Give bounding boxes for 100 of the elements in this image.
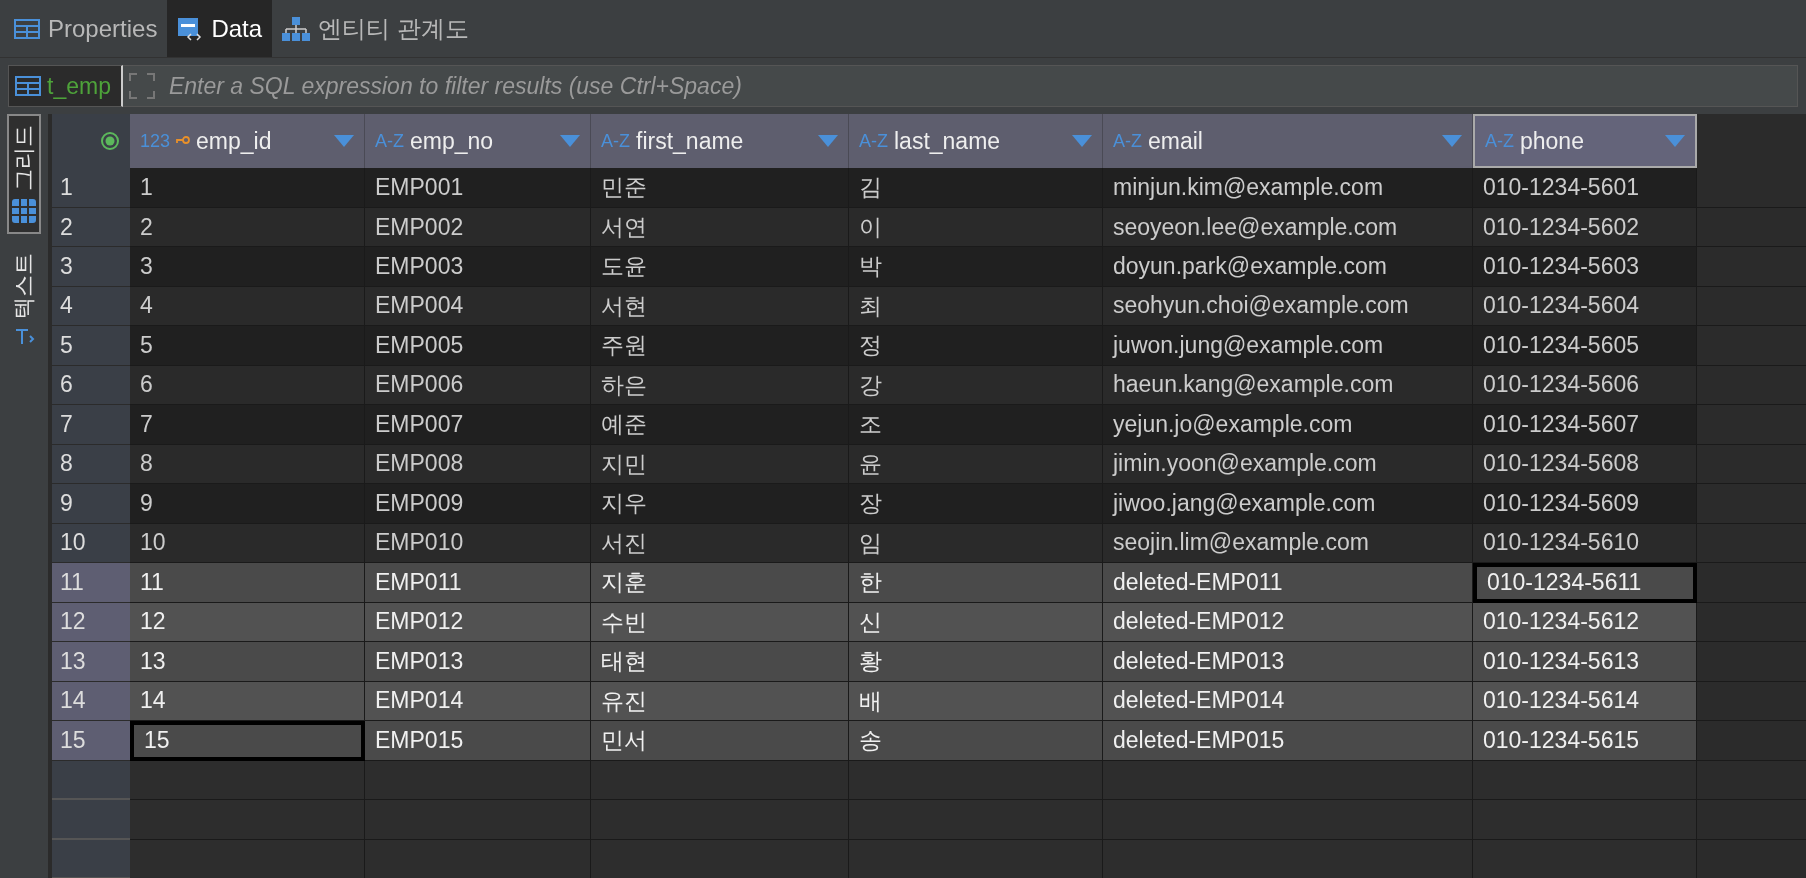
table-cell: EMP008 [365,444,591,485]
row-number[interactable]: 12 [52,602,130,643]
table-cell: 도윤 [591,247,849,287]
table-cell: 송 [849,721,1103,761]
column-header[interactable]: A-Z last_name [849,114,1103,169]
table-cell: 010-1234-5609 [1473,484,1697,524]
table-cell: 지우 [591,484,849,524]
table-cell: 최 [849,286,1103,327]
row-number[interactable]: 1 [52,168,130,208]
column-header[interactable]: 123 emp_id [130,114,365,169]
table-cell: 서현 [591,286,849,327]
table-cell: 15 [130,721,365,761]
column-name: last_name [894,127,1002,155]
table-cell: 11 [130,563,365,603]
type-label: A-Z [859,130,888,152]
dropdown-icon[interactable] [334,135,354,148]
row-number[interactable]: 4 [52,286,130,327]
dropdown-icon[interactable] [1442,135,1462,148]
table-cell: EMP014 [365,681,591,722]
table-cell: 010-1234-5605 [1473,326,1697,366]
table-cell: 지훈 [591,563,849,603]
table-cell: 김 [849,168,1103,208]
table-cell: 윤 [849,444,1103,485]
table-cell: 12 [130,602,365,643]
table-cell: jiwoo.jang@example.com [1103,484,1473,524]
table-icon [14,18,40,39]
row-number[interactable]: 7 [52,405,130,445]
column-name: emp_id [196,127,273,155]
row-number[interactable]: 10 [52,523,130,564]
table-cell: EMP001 [365,168,591,208]
table-cell: EMP005 [365,326,591,366]
table-cell: EMP002 [365,207,591,248]
table-cell: minjun.kim@example.com [1103,168,1473,208]
table-cell: 010-1234-5604 [1473,286,1697,327]
table-cell: 010-1234-5614 [1473,681,1697,722]
table-cell: 조 [849,405,1103,445]
dropdown-icon[interactable] [1665,135,1685,148]
row-number[interactable]: 2 [52,207,130,248]
column-header[interactable]: A-Z email [1103,114,1473,169]
tab[interactable]: Properties [4,0,168,57]
table-cell: 배 [849,681,1103,722]
table-cell: 10 [130,523,365,564]
table-cell: 5 [130,326,365,366]
table-cell: 8 [130,444,365,485]
table-cell: seoyeon.lee@example.com [1103,207,1473,248]
tab[interactable]: Data [167,0,273,57]
table-cell: 9 [130,484,365,524]
column-name: first_name [636,127,745,155]
table-cell: 010-1234-5601 [1473,168,1697,208]
table-cell: 010-1234-5613 [1473,642,1697,682]
table-cell: 박 [849,247,1103,287]
table-cell: 010-1234-5610 [1473,523,1697,564]
table-cell: 이 [849,207,1103,248]
table-cell: 서연 [591,207,849,248]
table-cell: 주원 [591,326,849,366]
table-cell: deleted-EMP011 [1103,563,1473,603]
column-header[interactable]: A-Z emp_no [365,114,591,169]
row-number[interactable]: 5 [52,326,130,366]
table-cell: EMP015 [365,721,591,761]
table-cell: EMP007 [365,405,591,445]
type-label: A-Z [1485,130,1514,152]
dropdown-icon[interactable] [1072,135,1092,148]
table-cell: 010-1234-5615 [1473,721,1697,761]
row-number[interactable]: 8 [52,444,130,485]
table-cell: 정 [849,326,1103,366]
table-cell: EMP003 [365,247,591,287]
type-label: A-Z [375,130,404,152]
table-cell: 장 [849,484,1103,524]
table-cell: deleted-EMP015 [1103,721,1473,761]
table-cell: jimin.yoon@example.com [1103,444,1473,485]
tab[interactable]: 엔티티 관계도 [272,0,479,57]
side-tab[interactable]: 그리드 [7,114,41,234]
row-number[interactable]: 13 [52,642,130,682]
row-number[interactable]: 6 [52,365,130,406]
table-cell: EMP004 [365,286,591,327]
table-cell: 2 [130,207,365,248]
table-cell: 14 [130,681,365,722]
dropdown-icon[interactable] [560,135,580,148]
table-cell: deleted-EMP013 [1103,642,1473,682]
dropdown-icon[interactable] [818,135,838,148]
filter-input[interactable]: Enter a SQL expression to filter results (use Ctrl+Space) [160,65,1798,107]
table-cell: seohyun.choi@example.com [1103,286,1473,327]
table-cell: 강 [849,365,1103,406]
table-cell: 010-1234-5603 [1473,247,1697,287]
table-cell: 010-1234-5606 [1473,365,1697,406]
column-header[interactable]: A-Z first_name [591,114,849,169]
table-cell: 예준 [591,405,849,445]
side-tab[interactable]: 텍스트 [7,242,41,358]
table-cell: 13 [130,642,365,682]
row-number[interactable]: 15 [52,721,130,761]
table-cell: 임 [849,523,1103,564]
table-cell: 하은 [591,365,849,406]
table-cell: 민서 [591,721,849,761]
row-number[interactable]: 3 [52,247,130,287]
row-number[interactable]: 11 [52,563,130,603]
row-number[interactable]: 14 [52,681,130,722]
data-grid-icon [177,16,204,41]
column-header[interactable]: A-Z phone [1473,114,1697,169]
table-cell: 수빈 [591,602,849,643]
row-number[interactable]: 9 [52,484,130,524]
